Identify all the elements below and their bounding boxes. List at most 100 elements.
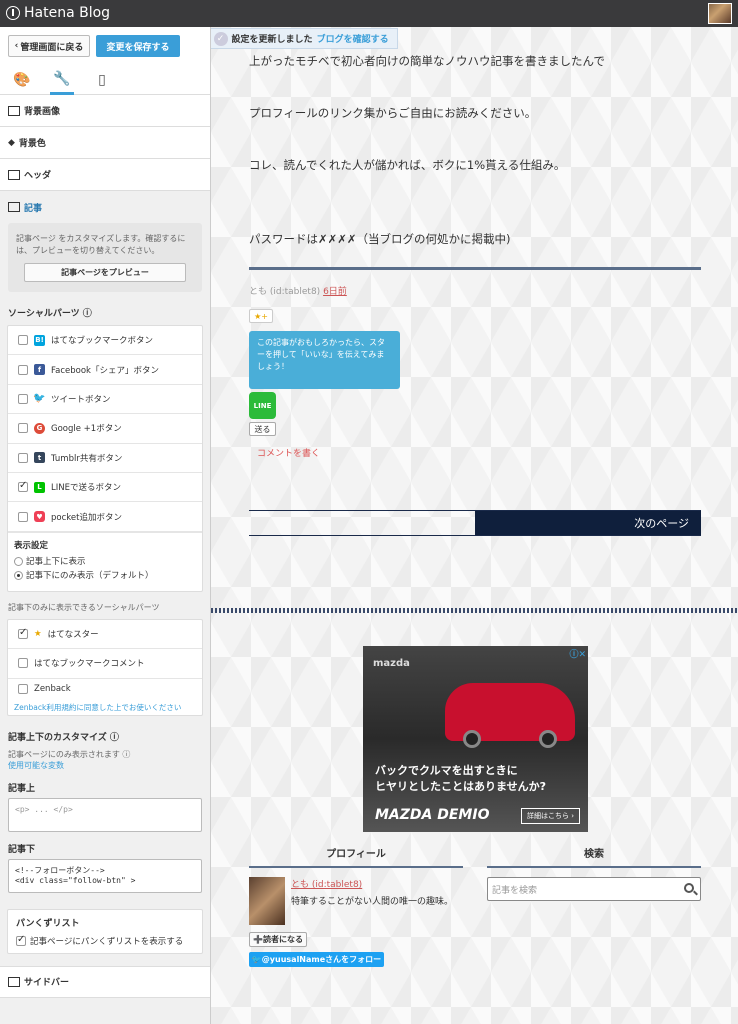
article-icon <box>8 202 20 212</box>
zenback-terms-link[interactable]: Zenback利用規約に同意した上でお使いください <box>14 702 198 713</box>
section-bg-color[interactable]: ◆ 背景色 <box>0 127 210 159</box>
social-item-line[interactable]: L LINEで送るボタン <box>8 473 202 503</box>
custom-note: 記事ページにのみ表示されます ⓘ <box>0 749 210 760</box>
hatena-blog-logo[interactable]: Hatena Blog <box>6 5 110 21</box>
breadcrumb-option-label: 記事ページにパンくずリストを表示する <box>30 936 184 947</box>
checkbox[interactable] <box>18 452 28 463</box>
check-icon: ✓ <box>213 31 228 46</box>
ad-copy-line: ヒヤリとしたことはありませんか? <box>375 780 547 793</box>
social-item-tumblr[interactable]: t Tumblr共有ボタン <box>8 444 202 473</box>
social-item-pocket[interactable]: ♥ pocket追加ボタン <box>8 502 202 532</box>
checkbox-checked[interactable] <box>16 934 26 946</box>
checkbox[interactable] <box>18 364 28 375</box>
profile-name-link[interactable]: とも (id:tablet8) <box>291 877 362 890</box>
checkbox[interactable] <box>18 335 28 346</box>
back-to-admin-button[interactable]: ‹ 管理画面に戻る <box>8 35 90 57</box>
palette-icon[interactable]: 🎨 <box>10 65 34 95</box>
article-line: プロフィールのリンク集からご自由にお読みください。 <box>249 106 537 120</box>
ad-copy-line: バックでクルマを出すときに <box>375 764 518 777</box>
ad-details-button[interactable]: 詳細はこちら › <box>520 808 580 824</box>
checkbox[interactable] <box>18 423 28 434</box>
checkbox[interactable] <box>18 658 28 669</box>
social-item-label: pocket追加ボタン <box>51 512 122 523</box>
preview-article-button[interactable]: 記事ページをプレビュー <box>24 263 186 282</box>
social-item-google-plus[interactable]: G Google +1ボタン <box>8 414 202 444</box>
custom-note-text: 記事ページにのみ表示されます <box>8 749 120 759</box>
bottom-label: 記事下 <box>8 844 36 855</box>
below-item-zenback[interactable]: Zenback Zenback利用規約に同意した上でお使いください <box>8 679 202 715</box>
pocket-icon: ♥ <box>34 511 45 523</box>
line-send-button[interactable]: 送る <box>249 422 276 436</box>
checkbox[interactable] <box>18 393 28 404</box>
display-option-below[interactable]: 記事下にのみ表示（デフォルト） <box>14 569 196 581</box>
display-settings: 表示設定 記事上下に表示 記事下にのみ表示（デフォルト） <box>8 531 202 591</box>
ad-info-close-icon[interactable]: ⓘ✕ <box>569 647 586 660</box>
article-top-textarea[interactable]: <p> ... </p> <box>8 797 202 832</box>
ad-copy: バックでクルマを出すときにヒヤリとしたことはありませんか? <box>375 763 546 795</box>
display-option-both[interactable]: 記事上下に表示 <box>14 555 196 567</box>
section-header[interactable]: ヘッダ <box>0 159 210 191</box>
help-icon[interactable]: ⓘ <box>122 750 130 759</box>
sidebar-header: ‹ 管理画面に戻る 変更を保存する 🎨 🔧 ▯ <box>0 27 210 95</box>
section-sidebar[interactable]: サイドバー <box>0 965 210 998</box>
below-item-bookmark-comment[interactable]: はてなブックマークコメント <box>8 649 202 679</box>
below-item-label: はてなスター <box>47 629 99 640</box>
social-item-facebook[interactable]: f Facebook「シェア」ボタン <box>8 355 202 385</box>
view-blog-link[interactable]: ブログを確認する <box>317 32 389 45</box>
top-bar: Hatena Blog <box>0 0 738 27</box>
user-avatar[interactable] <box>708 3 732 24</box>
section-bg-image[interactable]: 背景画像 <box>0 95 210 127</box>
follow-label: @yuusalNameさんをフォロー <box>261 955 382 964</box>
next-page-button[interactable]: 次のページ <box>475 511 701 535</box>
smartphone-icon[interactable]: ▯ <box>90 65 114 95</box>
sidebar-icon <box>8 976 20 987</box>
below-only-title: 記事下のみに表示できるソーシャルパーツ <box>8 602 160 612</box>
help-icon[interactable]: ⓘ <box>83 309 92 319</box>
social-item-tweet[interactable]: 🐦 ツイートボタン <box>8 385 202 415</box>
byline: とも (id:tablet8) 6日前 <box>249 284 347 297</box>
checkbox-checked[interactable] <box>18 480 28 493</box>
vars-link[interactable]: 使用可能な変数 <box>0 760 210 771</box>
help-icon[interactable]: ⓘ <box>110 733 119 743</box>
wheel <box>463 730 481 748</box>
article-desc-text: 記事ページ をカスタマイズします。確認するには、プレビューを切り替えてください。 <box>16 234 186 255</box>
checkbox-checked[interactable] <box>18 627 28 639</box>
profile-widget-title: プロフィール <box>249 845 463 868</box>
radio-selected[interactable] <box>14 570 23 580</box>
author-id: とも (id:tablet8) <box>249 287 321 297</box>
article-bottom-textarea[interactable]: <!--フォローボタン--> <div class="follow-btn" > <box>8 858 202 893</box>
paint-bucket-icon: ◆ <box>8 137 15 148</box>
wrench-icon[interactable]: 🔧 <box>50 65 74 95</box>
blog-preview: ⇤ ✓ 設定を更新しました ブログを確認する 上がったモチベで初心者向けの簡単な… <box>211 27 738 1024</box>
profile-description: 特筆することがない人間の唯一の趣味。 <box>291 897 454 907</box>
line-share-icon[interactable]: LINE <box>249 392 276 419</box>
write-comment-link[interactable]: コメントを書く <box>257 446 320 459</box>
search-icon[interactable] <box>684 883 694 893</box>
article-description: 記事ページ をカスタマイズします。確認するには、プレビューを切り替えてください。… <box>8 223 202 292</box>
section-article[interactable]: 記事 <box>0 191 210 223</box>
subscribe-button[interactable]: ➕ 読者になる <box>249 932 307 947</box>
post-age-link[interactable]: 6日前 <box>323 287 347 297</box>
below-item-hatena-star[interactable]: ★ はてなスター <box>8 620 202 650</box>
mazda-ad[interactable]: ⓘ✕ mazda バックでクルマを出すときに ヒヤリとしたことはありませんか? M… <box>363 646 588 832</box>
article-line: パスワードは✗✗✗✗（当ブログの何処かに掲載中) <box>249 232 511 246</box>
save-changes-button[interactable]: 変更を保存する <box>96 35 180 57</box>
breadcrumb-option[interactable]: 記事ページにパンくずリストを表示する <box>16 934 194 947</box>
display-option-label: 記事上下に表示 <box>26 556 86 567</box>
search-input[interactable]: 記事を検索 <box>487 877 701 901</box>
radio[interactable] <box>14 556 23 566</box>
checkbox[interactable] <box>18 683 28 694</box>
twitter-follow-button[interactable]: 🐦 @yuusalNameさんをフォロー <box>249 952 384 967</box>
wheel <box>539 730 557 748</box>
social-item-label: Google +1ボタン <box>51 424 122 435</box>
twitter-bird-icon: 🐦 <box>33 393 46 405</box>
social-item-hatena-bookmark[interactable]: B! はてなブックマークボタン <box>8 326 202 356</box>
toast-message: 設定を更新しました <box>231 35 313 45</box>
article-divider <box>249 267 701 270</box>
header-icon <box>8 169 20 180</box>
profile-avatar[interactable] <box>249 877 285 925</box>
checkbox[interactable] <box>18 511 28 522</box>
add-star-button[interactable]: ★+ <box>249 309 273 323</box>
ad-model: MAZDA DEMIO <box>375 807 490 823</box>
design-sidebar: ‹ 管理画面に戻る 変更を保存する 🎨 🔧 ▯ 背景画像 ◆ 背景色 ヘッダ 記事… <box>0 27 211 1024</box>
